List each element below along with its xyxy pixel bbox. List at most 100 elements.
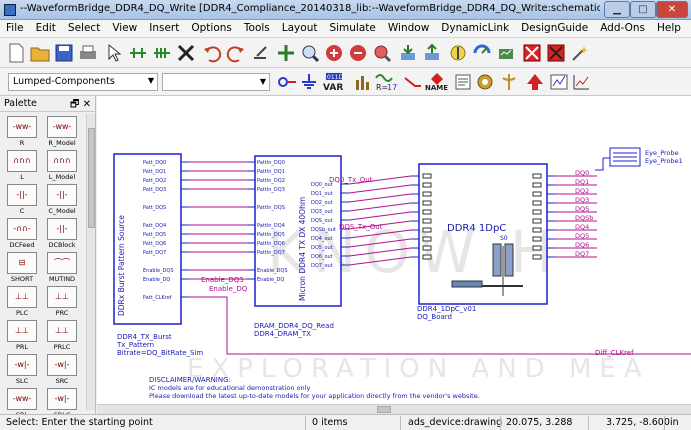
palette-item-c-model[interactable]: -||- C_Model	[44, 184, 80, 218]
palette-item-label: PRC	[55, 309, 69, 317]
pin-icon[interactable]: 🗗	[70, 99, 79, 110]
source-pin-label: Patt_CLKref	[143, 295, 172, 301]
up-arrow-icon[interactable]	[524, 72, 546, 92]
menu-edit[interactable]: Edit	[30, 20, 62, 34]
status-prompt: Select: Enter the starting point	[6, 417, 153, 428]
menu-options[interactable]: Options	[185, 20, 238, 34]
node-name-icon[interactable]: NAME	[424, 72, 450, 92]
source-pin-label: Patt_DQ7	[143, 250, 166, 256]
chart-icon[interactable]	[570, 72, 592, 92]
menu-file[interactable]: File	[0, 20, 30, 34]
delete-icon[interactable]	[176, 43, 196, 63]
deactivate-icon[interactable]	[522, 43, 542, 63]
palette-item-r[interactable]: -ww- R	[4, 116, 40, 150]
net-label-dq0-tx-out: DQ0_Tx_Out	[329, 176, 373, 184]
zoom-fit-icon[interactable]	[372, 43, 392, 63]
menu-insert[interactable]: Insert	[143, 20, 185, 34]
menu-layout[interactable]: Layout	[276, 20, 324, 34]
palette-item-slc[interactable]: -w|- SLC	[4, 354, 40, 388]
var-equation-icon[interactable]: 011D VAR	[322, 72, 348, 93]
bar-parameter-icon[interactable]	[352, 72, 374, 92]
tx-param-1: DDR4_DRAM_TX	[254, 330, 311, 338]
net-label-diff-clkref: Diff_CLKref	[595, 349, 634, 357]
tune-icon[interactable]	[448, 43, 468, 63]
net-label-dqs-tx-out: DQS_Tx_Out	[339, 223, 383, 231]
undo-icon[interactable]	[202, 43, 222, 63]
eye-probe1-label: Eye_Probe1	[645, 157, 683, 165]
menu-select[interactable]: Select	[62, 20, 106, 34]
menu-add-ons[interactable]: Add-Ons	[594, 20, 651, 34]
marker-icon[interactable]	[498, 72, 520, 92]
simulate-icon[interactable]	[472, 43, 492, 63]
mutind-icon: ⌒⌒	[47, 252, 77, 274]
minimize-button[interactable]: ▁	[604, 1, 630, 18]
inductor-model-icon: ∩∩∩	[47, 150, 77, 172]
text-note-icon[interactable]	[452, 72, 474, 92]
new-icon[interactable]	[6, 43, 26, 63]
board-out-pin-box	[532, 173, 542, 179]
wire-diagonal-icon[interactable]	[402, 72, 424, 92]
pop-out-hierarchy-icon[interactable]	[422, 43, 442, 63]
palette-item-dcfeed[interactable]: -∩∩- DCFeed	[4, 218, 40, 252]
menu-dynamiclink[interactable]: DynamicLink	[435, 20, 515, 34]
menu-simulate[interactable]: Simulate	[323, 20, 381, 34]
palette-item-short[interactable]: ⊟ SHORT	[4, 252, 40, 286]
palette-scroll-thumb[interactable]	[88, 128, 95, 228]
palette-item-prlc[interactable]: ⊥⊥ PRLC	[44, 320, 80, 354]
zoom-in-icon[interactable]	[324, 43, 344, 63]
short-icon[interactable]	[546, 43, 566, 63]
palette-item-mutind[interactable]: ⌒⌒ MUTIND	[44, 252, 80, 286]
data-display-icon[interactable]	[496, 43, 516, 63]
palette-scrollbar[interactable]	[86, 114, 95, 410]
insert-wire-icon[interactable]	[128, 43, 148, 63]
board-out-pin-box	[532, 245, 542, 251]
palette-item-dcblock[interactable]: -||- DCBlock	[44, 218, 80, 252]
component-library-select[interactable]: Lumped-Components ▼	[8, 73, 158, 91]
wand-icon[interactable]	[570, 43, 590, 63]
move-icon[interactable]	[276, 43, 296, 63]
open-folder-icon[interactable]	[30, 43, 50, 63]
component-name-select[interactable]: ▼	[162, 73, 270, 91]
palette-item-prl[interactable]: ⊥⊥ PRL	[4, 320, 40, 354]
insert-pin-icon[interactable]	[152, 43, 172, 63]
palette-item-label: DCBlock	[48, 241, 76, 249]
redo-icon[interactable]	[226, 43, 246, 63]
menu-view[interactable]: View	[106, 20, 143, 34]
port-icon[interactable]	[276, 72, 298, 92]
sweep-param-icon[interactable]: R= 17	[374, 72, 398, 92]
palette-item-l[interactable]: ∩∩∩ L	[4, 150, 40, 184]
palette-item-c[interactable]: -||- C	[4, 184, 40, 218]
palette-item-prc[interactable]: ⊥⊥ PRC	[44, 286, 80, 320]
plot-icon[interactable]	[548, 72, 570, 92]
print-icon[interactable]	[78, 43, 98, 63]
palette-item-l-model[interactable]: ∩∩∩ L_Model	[44, 150, 80, 184]
menu-help[interactable]: Help	[651, 20, 687, 34]
source-pin-label: Patt_DQ2	[143, 178, 166, 184]
menu-window[interactable]: Window	[382, 20, 435, 34]
source-pin-label: Enable_DQS	[143, 268, 174, 274]
schematic-canvas[interactable]: KNOW H EXPLORATION AND MEA DDRx Burst Pa…	[97, 96, 691, 404]
palette-item-label: R	[19, 139, 25, 147]
zoom-area-icon[interactable]	[300, 43, 320, 63]
close-button[interactable]: ✕	[656, 1, 688, 18]
palette-item-plc[interactable]: ⊥⊥ PLC	[4, 286, 40, 320]
close-icon[interactable]: ✕	[83, 99, 91, 110]
canvas-scroll-thumb[interactable]	[377, 406, 391, 413]
select-arrow-icon[interactable]	[104, 43, 124, 63]
ground-icon[interactable]	[298, 72, 320, 92]
menu-designguide[interactable]: DesignGuide	[515, 20, 594, 34]
palette-item-src[interactable]: -w|- SRC	[44, 354, 80, 388]
maximize-button[interactable]: □	[630, 1, 656, 18]
zoom-out-icon[interactable]	[348, 43, 368, 63]
save-icon[interactable]	[54, 43, 74, 63]
canvas-horizontal-scrollbar[interactable]	[97, 404, 691, 414]
tx-out-pin-label: DQ4_out	[311, 236, 333, 242]
palette-item-r-model[interactable]: -ww- R_Model	[44, 116, 80, 150]
tx-in-pin-label: PattIn_DQ2	[257, 178, 285, 184]
menu-tools[interactable]: Tools	[238, 20, 276, 34]
push-into-hierarchy-icon[interactable]	[398, 43, 418, 63]
schematic-drawing: DDRx Burst Pattern Source Patt_DQ0Patt_D…	[113, 147, 691, 400]
rotate-icon[interactable]	[250, 43, 270, 63]
board-block[interactable]	[418, 163, 548, 305]
component-settings-icon[interactable]	[474, 72, 496, 92]
